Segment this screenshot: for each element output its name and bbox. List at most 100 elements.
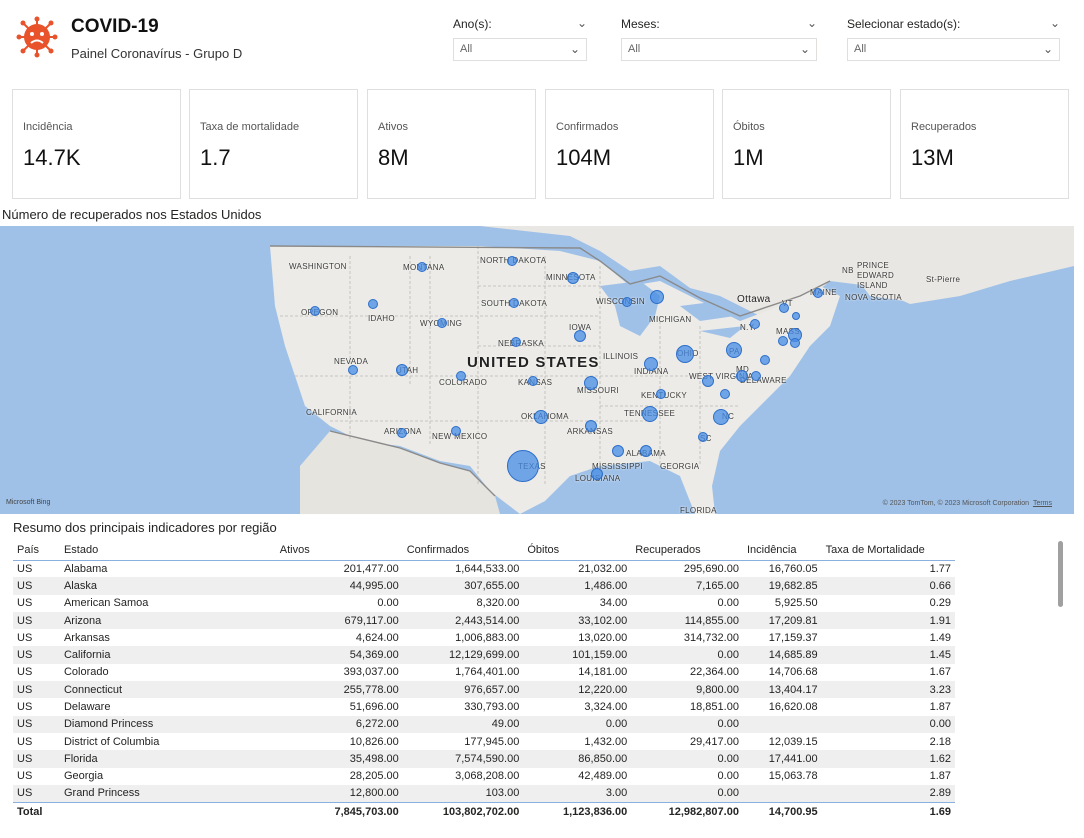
map-bubble[interactable] xyxy=(591,468,603,480)
cell-mortality-rate: 2.18 xyxy=(929,735,951,748)
table-row[interactable]: US Connecticut 255,778.00 976,657.00 12,220.… xyxy=(13,681,955,699)
table-scrollbar[interactable] xyxy=(1058,541,1063,607)
map-bubble[interactable] xyxy=(650,290,664,304)
table-row[interactable]: US Georgia 28,205.00 3,068,208.00 42,489.00 0… xyxy=(13,768,955,785)
map-bubble[interactable] xyxy=(778,336,788,346)
table-row[interactable]: US Grand Princess 12,800.00 103.00 3.00 0.00 2… xyxy=(13,784,955,803)
table-row[interactable]: US American Samoa 0.00 8,320.00 34.00 0.00 5,9… xyxy=(13,595,955,612)
chevron-down-icon[interactable]: ⌄ xyxy=(1050,16,1060,30)
map-bubble[interactable] xyxy=(528,376,538,386)
us-bubble-map[interactable]: UNITED STATES WASHINGTON MONTANA NORTH D… xyxy=(0,226,1074,514)
map-bubble[interactable] xyxy=(417,262,427,272)
column-header-active[interactable]: Ativos xyxy=(275,540,403,561)
kpi-card-incidence[interactable]: Incidência 14.7K xyxy=(12,89,181,199)
map-bubble[interactable] xyxy=(790,338,800,348)
table-row[interactable]: US Alabama 201,477.00 1,644,533.00 21,032.00… xyxy=(13,560,955,577)
map-bubble[interactable] xyxy=(612,445,624,457)
map-bubble[interactable] xyxy=(644,357,658,371)
chevron-down-icon[interactable]: ⌄ xyxy=(807,16,817,30)
map-bubble[interactable] xyxy=(751,371,761,381)
kpi-card-deaths[interactable]: Óbitos 1M xyxy=(722,89,891,199)
cell-incidence xyxy=(742,715,822,733)
table-row[interactable]: US Arizona 679,117.00 2,443,514.00 33,102.00… xyxy=(13,611,955,630)
kpi-card-confirmed[interactable]: Confirmados 104M xyxy=(545,89,714,199)
state-slicer: Selecionar estado(s): ⌄ All ⌄ xyxy=(847,16,1060,64)
table-row[interactable]: US Diamond Princess 6,272.00 49.00 0.00 0.00 0… xyxy=(13,715,955,733)
map-bubble[interactable] xyxy=(736,370,748,382)
cell-recovered: 314,732.00 xyxy=(683,631,739,644)
kpi-card-active[interactable]: Ativos 8M xyxy=(367,89,536,199)
map-bubble[interactable] xyxy=(750,319,760,329)
map-bubble[interactable] xyxy=(760,355,770,365)
map-bubble[interactable] xyxy=(534,410,548,424)
map-bubble[interactable] xyxy=(451,426,461,436)
map-bubble[interactable] xyxy=(310,306,320,316)
map-bubble[interactable] xyxy=(640,445,652,457)
map-bubble[interactable] xyxy=(676,345,694,363)
map-bubble[interactable] xyxy=(574,330,586,342)
column-header-country[interactable]: País xyxy=(13,540,60,561)
kpi-card-mortality-rate[interactable]: Taxa de mortalidade 1.7 xyxy=(189,89,358,199)
column-header-mortality-rate[interactable]: Taxa de Mortalidade xyxy=(821,540,955,561)
map-bubble[interactable] xyxy=(348,365,358,375)
cell-active: 12,800.00 xyxy=(275,784,403,803)
column-header-recovered[interactable]: Recuperados xyxy=(631,540,743,561)
table-row[interactable]: US Delaware 51,696.00 330,793.00 3,324.00 18,… xyxy=(13,698,955,715)
kpi-value: 14.7K xyxy=(23,145,81,170)
map-bubble[interactable] xyxy=(584,376,598,390)
map-bubble[interactable] xyxy=(642,406,658,422)
map-bubble[interactable] xyxy=(656,389,666,399)
map-bubble[interactable] xyxy=(698,432,708,442)
map-bubble[interactable] xyxy=(507,256,517,266)
kpi-value: 8M xyxy=(378,145,409,170)
map-bubble[interactable] xyxy=(813,288,823,298)
column-header-deaths[interactable]: Óbitos xyxy=(523,540,632,561)
map-bubble[interactable] xyxy=(437,318,447,328)
map-bubble[interactable] xyxy=(713,409,729,425)
map-bubble[interactable] xyxy=(720,389,730,399)
summary-table[interactable]: País Estado Ativos Confirmados Óbitos Re… xyxy=(13,540,955,823)
cell-state: Florida xyxy=(59,750,276,768)
cell-active: 54,369.00 xyxy=(275,646,403,664)
map-bubble[interactable] xyxy=(585,420,597,432)
map-bubble[interactable] xyxy=(509,298,519,308)
map-bubble[interactable] xyxy=(456,371,466,381)
cell-confirmed: 2,443,514.00 xyxy=(402,611,524,630)
map-bubble[interactable] xyxy=(726,342,742,358)
table-row[interactable]: US California 54,369.00 12,129,699.00 101,15… xyxy=(13,646,955,664)
map-terms-link[interactable]: Terms xyxy=(1033,500,1052,507)
cell-state: Arizona xyxy=(59,611,276,630)
table-row[interactable]: US Colorado 393,037.00 1,764,401.00 14,181.0… xyxy=(13,664,955,681)
map-label: IDAHO xyxy=(368,314,395,323)
cell-country: US xyxy=(17,631,33,644)
table-row[interactable]: US Florida 35,498.00 7,574,590.00 86,850.00 0… xyxy=(13,750,955,768)
cell-mortality-rate: 0.29 xyxy=(929,597,951,610)
map-bubble[interactable] xyxy=(622,297,632,307)
kpi-card-recovered[interactable]: Recuperados 13M xyxy=(900,89,1069,199)
map-bubble[interactable] xyxy=(511,337,521,347)
map-bubble[interactable] xyxy=(397,428,407,438)
map-bubble[interactable] xyxy=(396,364,408,376)
map-label: FLORIDA xyxy=(680,506,717,514)
chevron-down-icon[interactable]: ⌄ xyxy=(577,16,587,30)
map-bubble[interactable] xyxy=(507,450,539,482)
cell-state: Grand Princess xyxy=(59,784,276,803)
column-header-confirmed[interactable]: Confirmados xyxy=(402,540,524,561)
map-bubble[interactable] xyxy=(702,375,714,387)
column-header-state[interactable]: Estado xyxy=(59,540,276,561)
month-dropdown[interactable]: All ⌄ xyxy=(621,38,817,61)
map-bubble[interactable] xyxy=(779,303,789,313)
map-label: WASHINGTON xyxy=(289,262,347,271)
cell-mortality-rate: 1.91 xyxy=(821,611,955,630)
map-bubble[interactable] xyxy=(368,299,378,309)
cell-recovered: 295,690.00 xyxy=(683,562,739,575)
table-row[interactable]: US District of Columbia 10,826.00 177,945.0… xyxy=(13,733,955,750)
state-dropdown[interactable]: All ⌄ xyxy=(847,38,1060,61)
map-bubble[interactable] xyxy=(792,312,800,320)
table-row[interactable]: US Alaska 44,995.00 307,655.00 1,486.00 7,165… xyxy=(13,577,955,595)
year-dropdown[interactable]: All ⌄ xyxy=(453,38,587,61)
column-header-incidence[interactable]: Incidência xyxy=(742,540,822,561)
year-slicer-label: Ano(s): xyxy=(453,17,492,31)
map-bubble[interactable] xyxy=(567,272,579,284)
table-row[interactable]: US Arkansas 4,624.00 1,006,883.00 13,020.00 3… xyxy=(13,629,955,646)
